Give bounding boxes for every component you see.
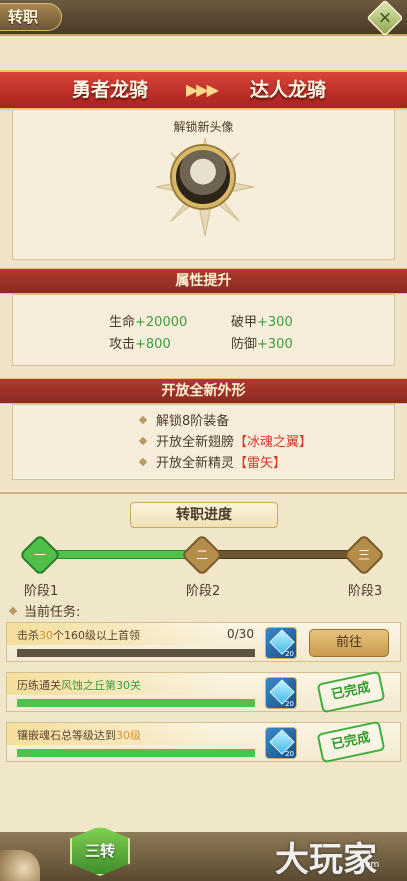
current-class: 勇者龙骑	[72, 79, 149, 101]
feature-item: 解锁8阶装备	[13, 410, 394, 429]
diamond-bullet-icon	[138, 457, 148, 467]
goto-button[interactable]: 前往	[309, 629, 389, 657]
progress-track-completed	[52, 550, 192, 559]
watermark-logo: 大玩家	[275, 840, 377, 880]
task-description: 镶嵌魂石总等级达到30级	[17, 729, 141, 742]
stage-label-2: 阶段2	[186, 584, 221, 599]
appearance-panel: 解锁8阶装备 开放全新翅膀【冰魂之翼】 开放全新精灵【雷矢】	[12, 404, 395, 480]
close-button[interactable]: ✕	[366, 0, 404, 37]
appearance-header: 开放全新外形	[0, 378, 407, 404]
diamond-bullet-icon	[8, 606, 18, 616]
task-count: 0/30	[227, 627, 254, 641]
stage-label-1: 阶段1	[24, 584, 59, 599]
close-icon: ✕	[378, 8, 392, 28]
page-title: 转职	[0, 3, 62, 31]
attributes-header: 属性提升	[0, 268, 407, 294]
task-row: 镶嵌魂石总等级达到30级 20 已完成	[6, 720, 401, 764]
class-change-banner: 勇者龙骑 ▶▶▶ 达人龙骑	[0, 70, 407, 110]
attr-attack: 攻击+800	[109, 337, 171, 352]
soul-crystal-reward-icon[interactable]: 20	[265, 727, 297, 759]
attr-hp: 生命+20000	[109, 315, 188, 330]
feature-item: 开放全新翅膀【冰魂之翼】	[13, 431, 394, 450]
current-tasks-label: 当前任务:	[8, 601, 80, 620]
arrow-icon: ▶▶▶	[186, 80, 219, 99]
watermark-sub: com	[360, 860, 380, 870]
feature-item: 开放全新精灵【雷矢】	[13, 452, 394, 471]
task-description: 历练通关风蚀之丘第30关	[17, 679, 141, 692]
stage-label-3: 阶段3	[348, 584, 383, 599]
new-avatar-portrait[interactable]	[172, 146, 234, 208]
progress-track-pending	[214, 550, 354, 559]
task-row: 击杀30个160级以上首领 0/30 20 前往	[6, 622, 401, 662]
task-row: 历练通关风蚀之丘第30关 20 已完成	[6, 670, 401, 714]
diamond-bullet-icon	[138, 415, 148, 425]
completed-stamp: 已完成	[316, 720, 386, 764]
completed-stamp: 已完成	[316, 670, 386, 714]
attributes-panel: 生命+20000 破甲+300 攻击+800 防御+300	[12, 294, 395, 366]
progress-title: 转职进度	[130, 502, 278, 528]
top-bar: 转职 ✕	[0, 0, 407, 37]
attr-armor-break: 破甲+300	[231, 315, 293, 330]
task-description: 击杀30个160级以上首领	[17, 629, 140, 642]
soul-crystal-reward-icon[interactable]: 20	[265, 677, 297, 709]
diamond-bullet-icon	[138, 436, 148, 446]
soul-crystal-reward-icon[interactable]: 20	[265, 627, 297, 659]
task-progress-bar	[17, 749, 255, 757]
next-class: 达人龙骑	[250, 79, 327, 101]
task-progress-bar	[17, 649, 255, 657]
attr-defense: 防御+300	[231, 337, 293, 352]
task-progress-bar	[17, 699, 255, 707]
unlock-avatar-label: 解锁新头像	[173, 120, 234, 134]
